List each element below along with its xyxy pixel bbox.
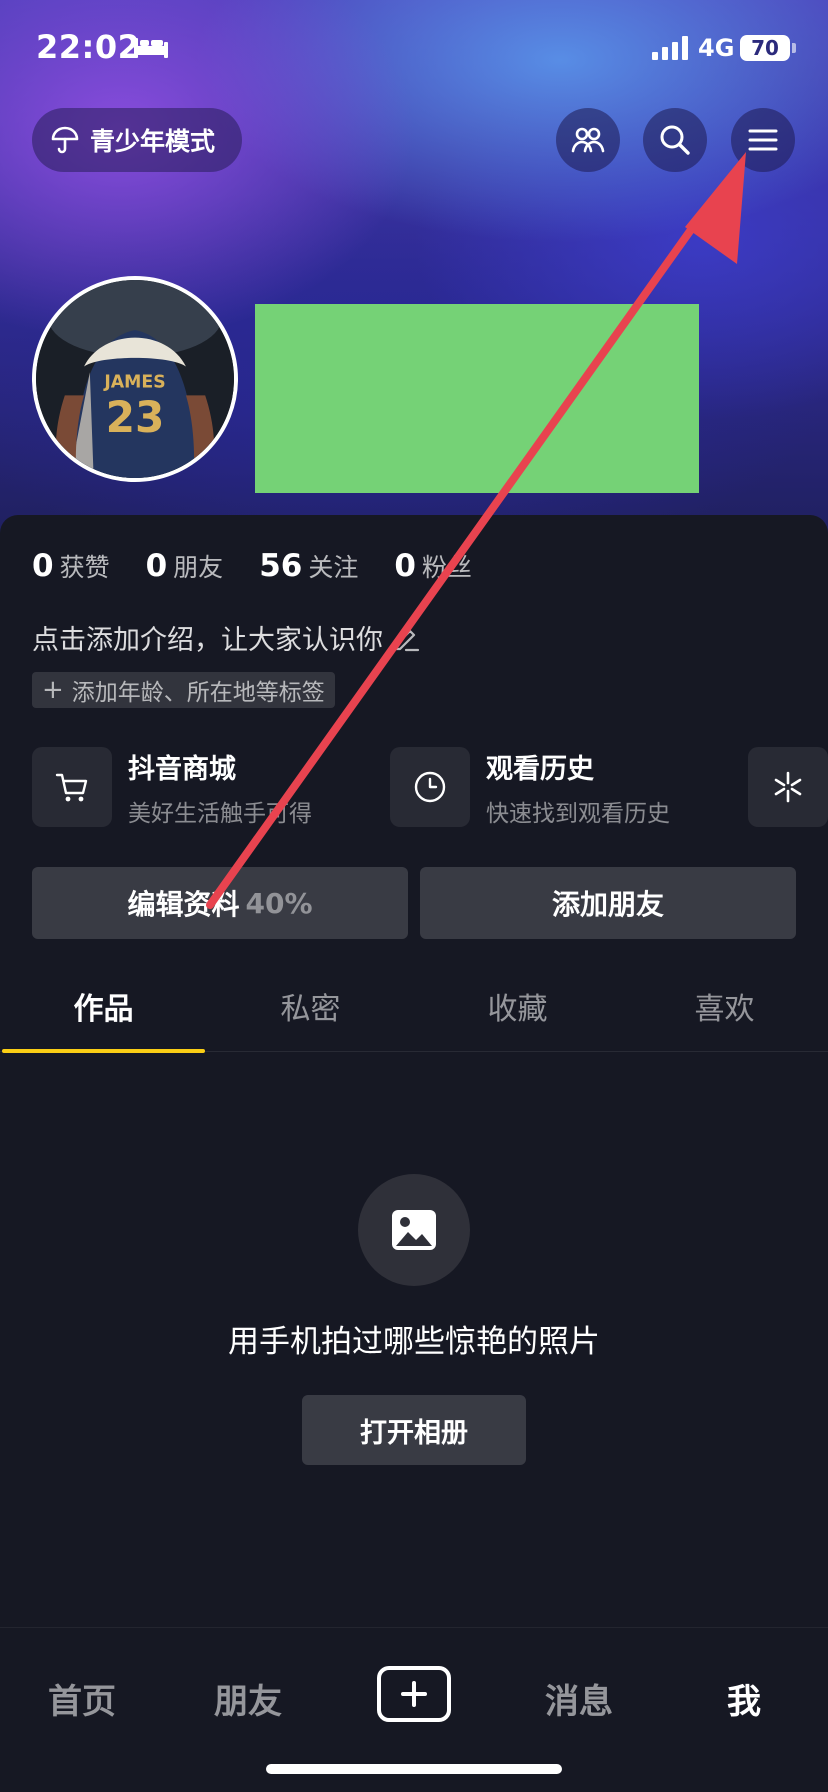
tab-likes-label: 喜欢 (694, 992, 755, 1027)
battery-tip (792, 43, 796, 53)
plus-icon (401, 1681, 427, 1707)
tab-favorites-label: 收藏 (487, 992, 548, 1027)
nav-me[interactable]: 我 (684, 1674, 804, 1723)
stat-followers-label: 粉丝 (421, 553, 472, 582)
stat-following[interactable]: 56 关注 (259, 548, 358, 584)
nav-home[interactable]: 首页 (22, 1674, 142, 1723)
friends-button[interactable] (556, 108, 620, 172)
add-friend-button[interactable]: 添加朋友 (420, 867, 796, 939)
shortcut-watch-history[interactable]: 观看历史 快速找到观看历史 (390, 746, 670, 828)
shortcut-more[interactable] (748, 746, 828, 828)
active-tab-indicator (2, 1049, 205, 1053)
stat-friends[interactable]: 0 朋友 (146, 548, 224, 584)
youth-mode-label: 青少年模式 (90, 127, 216, 156)
home-indicator (266, 1764, 562, 1774)
avatar-image: JAMES 23 (36, 280, 234, 478)
stat-likes-value: 0 (32, 548, 54, 584)
open-album-button[interactable]: 打开相册 (302, 1395, 526, 1465)
shortcut-history-subtitle: 快速找到观看历史 (486, 800, 670, 827)
profile-stats: 0 获赞 0 朋友 56 关注 0 粉丝 (32, 548, 508, 584)
hamburger-menu-icon (748, 129, 778, 151)
create-post-button[interactable] (377, 1666, 451, 1722)
clock-icon (390, 747, 470, 827)
battery-indicator: 70 (740, 35, 790, 61)
stat-likes-label: 获赞 (59, 553, 110, 582)
shortcut-mall-title: 抖音商城 (128, 753, 236, 785)
tab-private[interactable]: 私密 (207, 960, 414, 1052)
stat-followers-value: 0 (394, 548, 416, 584)
shopping-cart-icon (32, 747, 112, 827)
profile-tabs: 作品 私密 收藏 喜欢 (0, 960, 828, 1053)
tab-likes[interactable]: 喜欢 (621, 960, 828, 1052)
tab-private-label: 私密 (280, 992, 341, 1027)
nav-friends[interactable]: 朋友 (188, 1674, 308, 1723)
umbrella-icon (51, 126, 79, 154)
youth-mode-button[interactable]: 青少年模式 (32, 108, 242, 172)
edit-profile-button[interactable]: 编辑资料 40% (32, 867, 408, 939)
stat-following-label: 关注 (308, 553, 359, 582)
network-type: 4G (698, 34, 735, 62)
intro-text: 点击添加介绍，让大家认识你 (32, 625, 383, 656)
tab-works[interactable]: 作品 (0, 960, 207, 1053)
menu-button[interactable] (731, 108, 795, 172)
stat-friends-value: 0 (145, 548, 168, 584)
redacted-username-block (255, 304, 699, 493)
sleep-focus-icon (134, 38, 168, 58)
shortcut-douyin-mall[interactable]: 抖音商城 美好生活触手可得 (32, 746, 312, 828)
stat-followers[interactable]: 0 粉丝 (394, 548, 472, 584)
stat-likes[interactable]: 0 获赞 (32, 548, 110, 584)
image-icon (392, 1210, 436, 1250)
plus-icon: + (42, 675, 64, 705)
tab-works-label: 作品 (73, 992, 134, 1027)
avatar[interactable]: JAMES 23 (32, 276, 238, 482)
shortcut-history-title: 观看历史 (486, 753, 594, 785)
add-friend-label: 添加朋友 (551, 888, 664, 921)
profile-screen: 22:02 4G 70 青少年模式 JAMES 23 0 获赞 0 朋友 56 … (0, 0, 828, 1792)
open-album-label: 打开相册 (360, 1417, 468, 1449)
status-time: 22:02 (36, 28, 141, 66)
search-button[interactable] (643, 108, 707, 172)
search-icon (660, 125, 690, 155)
sparkle-icon (748, 747, 828, 827)
people-icon (571, 127, 605, 153)
add-tags-button[interactable]: + 添加年龄、所在地等标签 (32, 672, 335, 708)
shortcut-mall-subtitle: 美好生活触手可得 (128, 800, 312, 827)
stat-following-value: 56 (259, 548, 303, 584)
stat-friends-label: 朋友 (173, 553, 224, 582)
profile-completion-percent: 40% (245, 886, 313, 920)
photo-placeholder (358, 1174, 470, 1286)
svg-text:JAMES: JAMES (103, 373, 165, 393)
tab-favorites[interactable]: 收藏 (414, 960, 621, 1052)
nav-messages[interactable]: 消息 (519, 1674, 639, 1723)
signal-strength-icon (652, 36, 688, 60)
edit-pencil-icon (394, 629, 420, 651)
svg-text:23: 23 (106, 393, 165, 442)
add-tags-label: 添加年龄、所在地等标签 (71, 680, 325, 706)
edit-profile-label: 编辑资料 (127, 888, 240, 921)
profile-intro[interactable]: 点击添加介绍，让大家认识你 (32, 618, 421, 657)
empty-state-message: 用手机拍过哪些惊艳的照片 (228, 1324, 600, 1360)
